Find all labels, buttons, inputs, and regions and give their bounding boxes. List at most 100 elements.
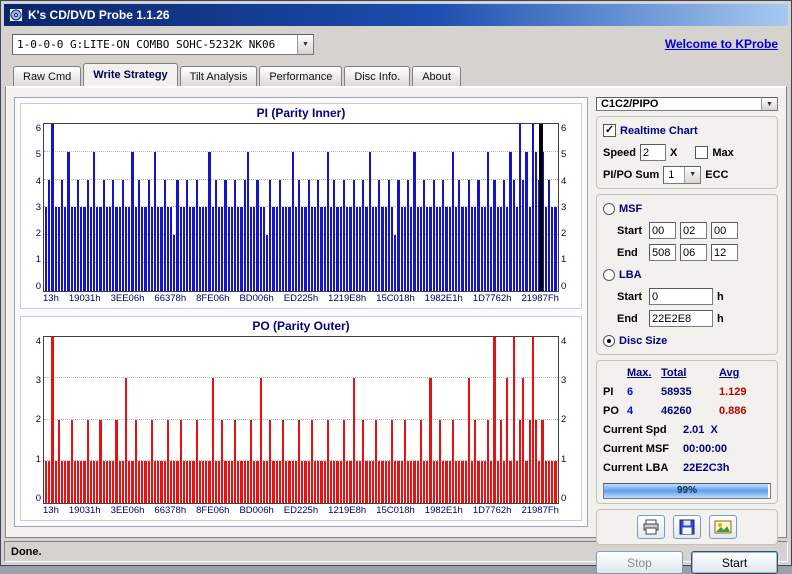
realtime-chart-checkbox[interactable]: ✓	[603, 124, 616, 137]
tab-about[interactable]: About	[412, 66, 461, 86]
lba-end-label: End	[617, 312, 638, 325]
actions-group	[596, 509, 778, 545]
mode-select-value: C1C2/PIPO	[601, 98, 659, 110]
chart-options-group: ✓ Realtime Chart Speed X Max PI/PO Sum 1…	[596, 116, 778, 189]
current-spd-label: Current Spd	[603, 424, 667, 436]
tab-raw-cmd[interactable]: Raw Cmd	[13, 66, 82, 86]
po-chart-title: PO (Parity Outer)	[252, 318, 350, 333]
stats-row-pi: PI 6 58935 1.129	[603, 384, 771, 400]
pi-plot-area	[43, 123, 559, 292]
pi-avg-value: 1.129	[719, 386, 747, 398]
tab-write-strategy[interactable]: Write Strategy	[83, 63, 178, 86]
tab-disc-info[interactable]: Disc Info.	[344, 66, 411, 86]
save-button[interactable]	[673, 515, 701, 539]
charts-panel: PI (Parity Inner) 6543210 6543210 13h 190…	[14, 97, 588, 527]
pi-chart-title: PI (Parity Inner)	[256, 106, 346, 120]
pi-total-value: 58935	[661, 386, 692, 398]
lba-radio[interactable]	[603, 268, 615, 281]
pipo-sum-value: 1	[668, 168, 675, 181]
floppy-icon	[679, 519, 695, 535]
pi-bars	[45, 124, 557, 291]
current-spd-unit: X	[710, 424, 718, 436]
export-image-button[interactable]	[709, 515, 737, 539]
stats-header-max: Max.	[627, 367, 652, 379]
current-msf-value: 00:00:00	[683, 443, 728, 455]
pi-chart-body: 6543210 6543210	[27, 123, 575, 292]
startstop-row: Stop Start	[596, 551, 778, 574]
mode-select[interactable]: C1C2/PIPO ▼	[596, 97, 778, 111]
lba-start-label: Start	[617, 290, 643, 303]
msf-radio[interactable]	[603, 202, 615, 215]
msf-start-min-input[interactable]	[649, 222, 676, 239]
welcome-link[interactable]: Welcome to KProbe	[665, 37, 778, 51]
progress-text: 99%	[676, 485, 697, 496]
po-avg-value: 0.886	[719, 405, 747, 417]
range-group: MSF Start End LBA	[596, 194, 778, 355]
msf-label: MSF	[619, 202, 643, 215]
disc-size-option: Disc Size	[603, 331, 771, 350]
lba-start-input[interactable]	[649, 288, 713, 305]
chevron-down-icon[interactable]: ▼	[761, 98, 777, 110]
po-yaxis-left: 43210	[35, 335, 41, 505]
pipo-sum-select[interactable]: 1 ▼	[663, 165, 702, 184]
msf-end-frame-input[interactable]	[711, 244, 738, 261]
msf-option: MSF	[603, 199, 771, 218]
ecc-label: ECC	[705, 168, 729, 181]
msf-end-sec-input[interactable]	[680, 244, 707, 261]
msf-end-min-input[interactable]	[649, 244, 676, 261]
max-speed-checkbox[interactable]	[695, 146, 709, 159]
po-max-value: 4	[627, 405, 634, 417]
po-bars	[45, 336, 557, 503]
chevron-down-glyph: ▼	[689, 171, 697, 178]
lba-start-unit: h	[717, 290, 724, 303]
lba-option: LBA	[603, 265, 771, 284]
progress-bar: 99%	[603, 483, 771, 499]
msf-end-label: End	[617, 246, 638, 259]
speed-row: Speed X Max	[603, 143, 771, 162]
stats-header-avg: Avg	[719, 367, 740, 379]
app-icon	[9, 8, 23, 22]
lba-end-row: End h	[603, 309, 771, 328]
stats-group: Max. Total Avg PI 6 58935 1.129 PO 4 462…	[596, 360, 778, 504]
chevron-down-glyph: ▼	[302, 40, 309, 48]
lba-end-input[interactable]	[649, 310, 713, 327]
current-spd-value-wrap: 2.01 X	[683, 424, 771, 436]
tab-performance[interactable]: Performance	[259, 66, 343, 86]
msf-end-row: End	[603, 243, 771, 262]
tab-strip: Raw Cmd Write Strategy Tilt Analysis Per…	[4, 62, 788, 86]
start-button[interactable]: Start	[691, 551, 778, 574]
speed-input[interactable]	[640, 144, 667, 161]
lba-end-unit: h	[717, 312, 724, 325]
stats-row-po: PO 4 46260 0.886	[603, 403, 771, 419]
speed-unit-label: X	[670, 146, 678, 159]
tab-tilt-analysis[interactable]: Tilt Analysis	[179, 66, 258, 86]
speed-label: Speed	[603, 146, 637, 159]
po-plot-area	[43, 335, 559, 504]
current-msf-row: Current MSF 00:00:00	[603, 441, 771, 457]
chevron-down-icon[interactable]: ▼	[684, 166, 701, 183]
disc-size-radio[interactable]	[603, 334, 615, 347]
disc-size-label: Disc Size	[619, 334, 668, 347]
pipo-sum-label: PI/PO Sum	[603, 168, 660, 181]
chevron-down-glyph: ▼	[766, 100, 773, 108]
stop-button[interactable]: Stop	[596, 551, 683, 574]
control-panel: C1C2/PIPO ▼ ✓ Realtime Chart Speed X Max…	[596, 97, 778, 574]
current-lba-value: 22E2C3h	[683, 462, 730, 474]
current-lba-row: Current LBA 22E2C3h	[603, 460, 771, 476]
stats-header-total: Total	[661, 367, 687, 379]
chevron-down-icon[interactable]: ▼	[297, 34, 313, 54]
pi-chart: PI (Parity Inner) 6543210 6543210 13h 190…	[20, 103, 582, 309]
po-total-value: 46260	[661, 405, 692, 417]
current-spd-row: Current Spd 2.01 X	[603, 422, 771, 438]
msf-start-sec-input[interactable]	[680, 222, 707, 239]
current-spd-value: 2.01	[683, 424, 705, 436]
print-button[interactable]	[637, 515, 665, 539]
msf-start-row: Start	[603, 221, 771, 240]
msf-start-frame-input[interactable]	[711, 222, 738, 239]
lba-start-row: Start h	[603, 287, 771, 306]
pi-row-label: PI	[603, 386, 614, 398]
current-lba-label: Current LBA	[603, 462, 669, 474]
device-select[interactable]: 1-0-0-0 G:LITE-ON COMBO SOHC-5232K NK06 …	[12, 33, 314, 55]
title-bar[interactable]: K's CD/DVD Probe 1.1.26	[4, 4, 788, 26]
printer-icon	[643, 519, 659, 535]
